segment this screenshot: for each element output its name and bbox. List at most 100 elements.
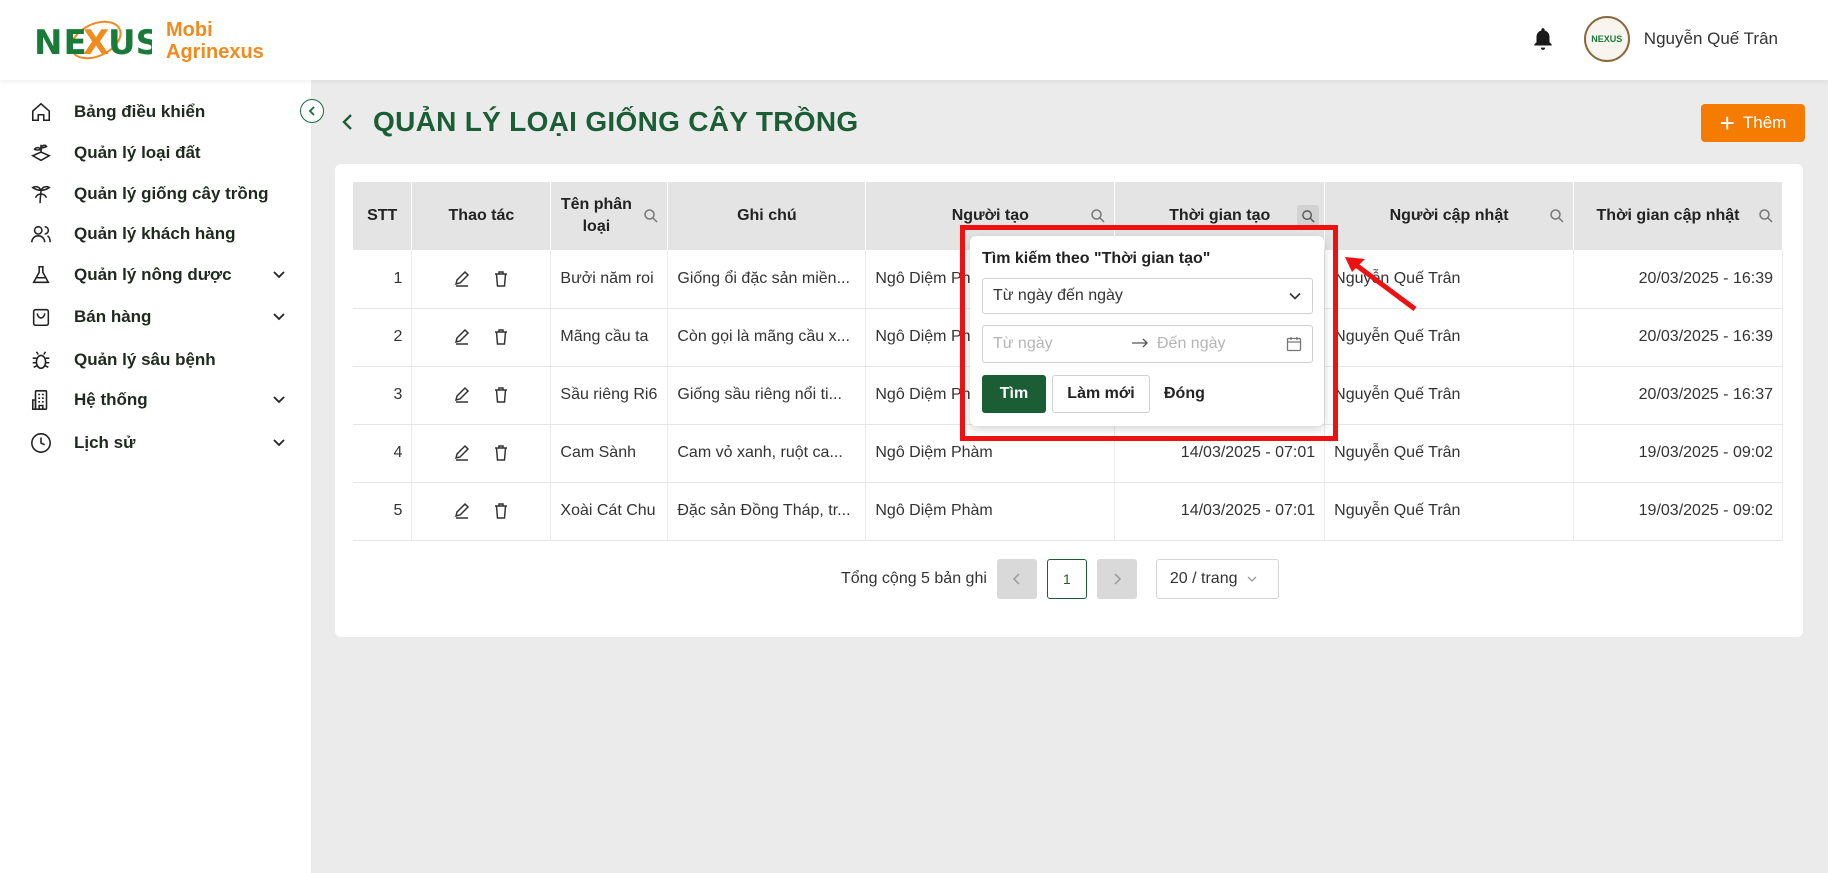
edit-icon[interactable]: [453, 270, 471, 288]
delete-icon[interactable]: [492, 328, 510, 346]
sidebar-item-history[interactable]: Lịch sử: [28, 426, 296, 460]
cell-actions: [411, 366, 552, 425]
sidebar-item-system[interactable]: Hệ thống: [28, 383, 296, 417]
edit-icon[interactable]: [453, 444, 471, 462]
cell-creator: Ngô Diệm Phàm: [865, 482, 1116, 541]
edit-icon[interactable]: [453, 386, 471, 404]
col-header-label: Người cập nhật: [1389, 207, 1509, 224]
app-logo[interactable]: NE X US Mobi Agrinexus: [34, 12, 264, 70]
close-button[interactable]: Đóng: [1164, 385, 1205, 403]
sidebar-item-label: Bán hàng: [74, 307, 152, 326]
brand-line1: Mobi: [166, 19, 213, 41]
sidebar-item-label: Quản lý khách hàng: [74, 224, 236, 243]
cell-updater: Nguyễn Quế Trân: [1324, 308, 1574, 367]
chevron-left-icon: [308, 106, 315, 116]
col-header-stt: STT: [353, 182, 413, 250]
cell-actions: [411, 424, 552, 483]
calendar-icon[interactable]: [1286, 336, 1302, 352]
edit-icon[interactable]: [453, 328, 471, 346]
cell-updater: Nguyễn Quế Trân: [1324, 366, 1574, 425]
bell-icon[interactable]: [1530, 26, 1556, 52]
search-icon[interactable]: [1758, 208, 1774, 224]
sidebar-item-label: Quản lý nông dược: [74, 265, 232, 284]
brand-name: Mobi Agrinexus: [166, 19, 264, 63]
to-date-input[interactable]: Đến ngày: [1157, 335, 1286, 353]
add-button[interactable]: + Thêm: [1701, 104, 1805, 142]
delete-icon[interactable]: [492, 502, 510, 520]
search-icon[interactable]: [643, 208, 659, 224]
cell-updater: Nguyễn Quế Trân: [1324, 482, 1574, 541]
home-icon: [28, 99, 54, 125]
sidebar-item-label: Quản lý giống cây trồng: [74, 184, 269, 203]
cell-stt: 2: [353, 308, 413, 367]
delete-icon[interactable]: [492, 386, 510, 404]
sidebar-item-dashboard[interactable]: Bảng điều khiển: [28, 95, 296, 129]
cell-name: Bưởi năm roi: [550, 250, 669, 309]
edit-icon[interactable]: [453, 502, 471, 520]
cell-name: Mãng cầu ta: [550, 308, 669, 367]
search-icon[interactable]: [1090, 208, 1106, 224]
plus-icon: +: [1719, 108, 1735, 138]
cell-name: Xoài Cát Chu: [550, 482, 669, 541]
cell-note: Đặc sản Đồng Tháp, tr...: [667, 482, 867, 541]
page-size-select[interactable]: 20 / trang: [1155, 559, 1279, 599]
sidebar-item-pesticides[interactable]: Quản lý nông dược: [28, 258, 296, 292]
col-header-label: Thời gian cập nhật: [1596, 207, 1740, 224]
sidebar-item-soil[interactable]: Quản lý loại đất: [28, 136, 296, 170]
back-button[interactable]: [341, 110, 361, 134]
cell-updated_at: 19/03/2025 - 09:02: [1573, 482, 1783, 541]
page-title: QUẢN LÝ LOẠI GIỐNG CÂY TRỒNG: [373, 106, 859, 137]
cell-creator: Ngô Diệm Phàm: [865, 424, 1116, 483]
prev-page-button[interactable]: [996, 559, 1037, 599]
search-icon[interactable]: [1549, 208, 1565, 224]
col-header-label: Thao tác: [448, 207, 515, 224]
avatar[interactable]: NEXUS: [1583, 16, 1630, 62]
chevron-down-icon: [273, 313, 285, 321]
reset-button[interactable]: Làm mới: [1052, 375, 1150, 413]
date-mode-select[interactable]: Từ ngày đến ngày: [982, 278, 1313, 314]
chevron-down-icon: [1247, 576, 1256, 582]
chevron-down-icon: [273, 396, 285, 404]
sidebar-item-customers[interactable]: Quản lý khách hàng: [28, 217, 296, 251]
cell-actions: [411, 482, 552, 541]
cell-stt: 1: [353, 250, 413, 309]
clock-icon: [28, 430, 54, 456]
main-content: QUẢN LÝ LOẠI GIỐNG CÂY TRỒNG + Thêm STT …: [311, 80, 1828, 873]
delete-icon[interactable]: [492, 444, 510, 462]
sidebar-collapse-button[interactable]: [300, 99, 324, 123]
user-area: NEXUS Nguyễn Quế Trân: [1530, 16, 1778, 62]
sidebar-item-label: Quản lý loại đất: [74, 143, 201, 162]
sidebar-item-plant-varieties[interactable]: Quản lý giống cây trồng: [28, 177, 296, 211]
cell-updated_at: 20/03/2025 - 16:39: [1573, 308, 1783, 367]
chevron-down-icon: [273, 439, 285, 447]
search-button[interactable]: Tìm: [982, 375, 1046, 413]
popup-title: Tìm kiếm theo "Thời gian tạo": [982, 250, 1211, 267]
chevron-down-icon: [273, 271, 285, 279]
sidebar: Bảng điều khiển Quản lý loại đất Quản lý…: [0, 80, 311, 873]
nexus-logo-mark: NE X US: [34, 12, 160, 70]
avatar-text: NEXUS: [1591, 34, 1623, 44]
col-header-note: Ghi chú: [667, 182, 867, 250]
delete-icon[interactable]: [492, 270, 510, 288]
sidebar-item-sales[interactable]: Bán hàng: [28, 300, 296, 334]
chevron-down-icon: [1289, 292, 1301, 300]
user-name[interactable]: Nguyễn Quế Trân: [1644, 29, 1778, 49]
date-range-picker[interactable]: Từ ngày Đến ngày: [982, 325, 1313, 363]
page-number[interactable]: 1: [1046, 559, 1087, 599]
cell-stt: 4: [353, 424, 413, 483]
arrow-right-icon: [1131, 335, 1157, 353]
search-icon-active[interactable]: [1297, 205, 1320, 227]
sidebar-item-label: Lịch sử: [74, 433, 136, 452]
col-header-label: STT: [367, 207, 398, 224]
sidebar-item-pests[interactable]: Quản lý sâu bệnh: [28, 343, 296, 377]
cell-updated_at: 19/03/2025 - 09:02: [1573, 424, 1783, 483]
col-header-updater: Người cập nhật: [1324, 182, 1574, 250]
popup-actions: Tìm Làm mới Đóng: [982, 375, 1312, 413]
next-page-button[interactable]: [1096, 559, 1137, 599]
add-button-label: Thêm: [1742, 113, 1787, 132]
cell-created_at: 14/03/2025 - 07:01: [1114, 424, 1326, 483]
plant-icon: [28, 181, 54, 207]
pagination: Tổng cộng 5 bản ghi 1 20 / trang: [841, 559, 1279, 599]
from-date-input[interactable]: Từ ngày: [993, 335, 1131, 353]
sidebar-item-label: Quản lý sâu bệnh: [74, 350, 216, 369]
